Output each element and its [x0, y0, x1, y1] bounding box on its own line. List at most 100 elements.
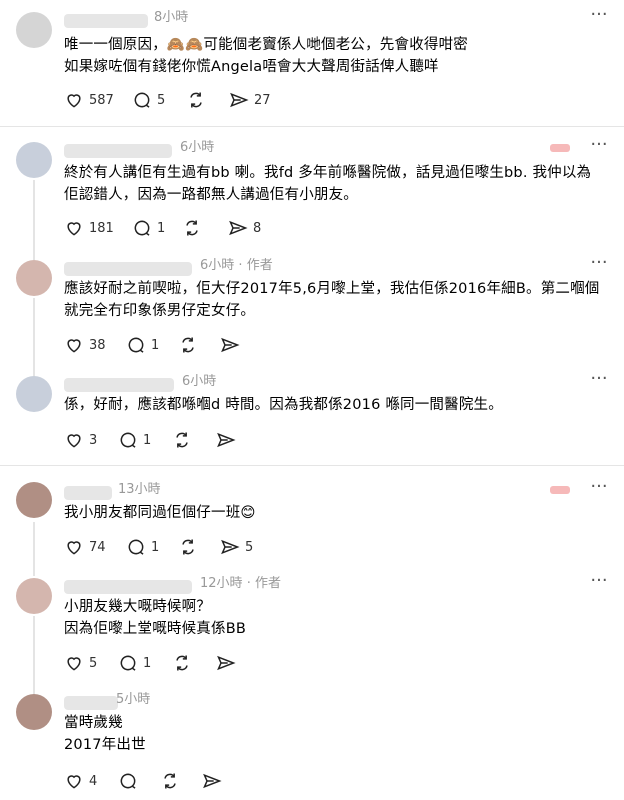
- post-time: 5小時: [116, 692, 151, 707]
- post-text: 終於有人講佢有生過有bb 喇。我fd 多年前喺醫院做，話見過佢嚟生bb. 我仲以…: [64, 165, 592, 203]
- like-button[interactable]: 38: [64, 334, 106, 356]
- more-icon[interactable]: ···: [588, 6, 610, 28]
- share-icon: [221, 337, 240, 353]
- post-time: 8小時: [154, 10, 189, 25]
- like-count: 74: [89, 539, 106, 555]
- repost-icon: [186, 220, 198, 236]
- repost-button[interactable]: [160, 770, 180, 792]
- post-time: 6小時: [200, 258, 235, 273]
- repost-button[interactable]: [186, 89, 206, 111]
- post-text: 係，好耐，應該都喺嗰d 時間。因為我都係2016 喺同一間醫院生。: [64, 397, 503, 413]
- reply-button[interactable]: 5: [132, 89, 165, 111]
- post-6: 5小時 當時歲幾 2017年出世 4: [0, 690, 624, 794]
- share-count: 5: [245, 539, 254, 555]
- action-bar: 5 1: [64, 652, 264, 674]
- repost-button[interactable]: [178, 334, 198, 356]
- like-button[interactable]: 74: [64, 536, 106, 558]
- username-blurred[interactable]: [64, 14, 148, 28]
- avatar[interactable]: [16, 376, 52, 412]
- author-tag: 作者: [254, 576, 281, 591]
- avatar[interactable]: [16, 260, 52, 296]
- avatar[interactable]: [16, 694, 52, 730]
- reply-button[interactable]: 1: [126, 536, 159, 558]
- reply-button[interactable]: 1: [126, 334, 159, 356]
- reply-button[interactable]: 1: [118, 652, 151, 674]
- action-bar: 587 5 27: [64, 89, 324, 111]
- more-icon[interactable]: ···: [588, 478, 610, 500]
- share-button[interactable]: 27: [229, 89, 271, 111]
- reply-button[interactable]: 1: [118, 429, 151, 451]
- share-button[interactable]: 8: [228, 217, 261, 239]
- like-button[interactable]: 587: [64, 89, 114, 111]
- like-button[interactable]: 181: [64, 217, 114, 239]
- post-time: 6小時: [182, 374, 217, 389]
- action-bar: 181 1 8: [64, 217, 324, 239]
- username-blurred[interactable]: [64, 580, 192, 594]
- more-icon[interactable]: ···: [588, 136, 610, 158]
- comment-icon: [128, 337, 144, 353]
- share-button[interactable]: 5: [220, 536, 253, 558]
- badge-mark: [550, 144, 570, 152]
- avatar[interactable]: [16, 142, 52, 178]
- thread-line: [33, 298, 35, 376]
- post-text: 當時歲幾 2017年出世: [64, 715, 146, 753]
- repost-icon: [182, 337, 194, 353]
- more-icon[interactable]: ···: [588, 370, 610, 392]
- comment-icon: [120, 773, 136, 789]
- reply-button[interactable]: 1: [132, 217, 165, 239]
- post-1: 6小時 ··· 終於有人講佢有生過有bb 喇。我fd 多年前喺醫院做，話見過佢嚟…: [0, 136, 624, 239]
- username-blurred[interactable]: [64, 696, 118, 710]
- post-time: 6小時: [180, 140, 215, 155]
- post-0: 8小時 ··· 唯一一個原因，🙈🙈可能個老竇係人哋個老公，先會收得咁密 如果嫁咗…: [0, 6, 624, 126]
- share-count: 8: [253, 220, 262, 236]
- share-icon: [221, 539, 240, 555]
- avatar[interactable]: [16, 578, 52, 614]
- repost-button[interactable]: [172, 429, 192, 451]
- divider: [0, 126, 624, 127]
- thread-line: [33, 180, 35, 260]
- heart-icon: [67, 94, 81, 108]
- more-icon[interactable]: ···: [588, 572, 610, 594]
- reply-count: 1: [151, 337, 160, 353]
- repost-button[interactable]: [182, 217, 202, 239]
- post-time: 13小時: [118, 482, 161, 497]
- reply-count: 1: [157, 220, 166, 236]
- share-count: 27: [254, 92, 271, 108]
- username-blurred[interactable]: [64, 144, 172, 158]
- share-button[interactable]: [216, 652, 236, 674]
- share-button[interactable]: [220, 334, 240, 356]
- comment-icon: [128, 539, 144, 555]
- like-count: 38: [89, 337, 106, 353]
- avatar[interactable]: [16, 12, 52, 48]
- reply-button[interactable]: [118, 770, 138, 792]
- username-blurred[interactable]: [64, 486, 112, 500]
- comment-icon: [120, 655, 136, 671]
- share-icon: [229, 220, 248, 236]
- username-blurred[interactable]: [64, 262, 192, 276]
- repost-button[interactable]: [178, 536, 198, 558]
- repost-icon: [190, 92, 202, 108]
- author-tag: 作者: [246, 258, 273, 273]
- like-count: 4: [89, 773, 98, 789]
- share-button[interactable]: [216, 429, 236, 451]
- repost-icon: [176, 655, 188, 671]
- more-icon[interactable]: ···: [588, 254, 610, 276]
- like-button[interactable]: 3: [64, 429, 97, 451]
- share-button[interactable]: [202, 770, 222, 792]
- action-bar: 3 1: [64, 429, 264, 451]
- like-button[interactable]: 5: [64, 652, 97, 674]
- share-icon: [230, 92, 249, 108]
- badge-mark: [550, 486, 570, 494]
- post-time: 12小時: [200, 576, 243, 591]
- share-icon: [217, 655, 236, 671]
- share-icon: [203, 773, 222, 789]
- post-time-author: 6小時 · 作者: [200, 256, 273, 276]
- post-text: 唯一一個原因，🙈🙈可能個老竇係人哋個老公，先會收得咁密 如果嫁咗個有錢佬你慌An…: [64, 37, 469, 75]
- like-button[interactable]: 4: [64, 770, 97, 792]
- thread-line: [33, 522, 35, 576]
- comment-icon: [120, 432, 136, 448]
- repost-button[interactable]: [172, 652, 192, 674]
- avatar[interactable]: [16, 482, 52, 518]
- separator: ·: [246, 576, 251, 591]
- username-blurred[interactable]: [64, 378, 174, 392]
